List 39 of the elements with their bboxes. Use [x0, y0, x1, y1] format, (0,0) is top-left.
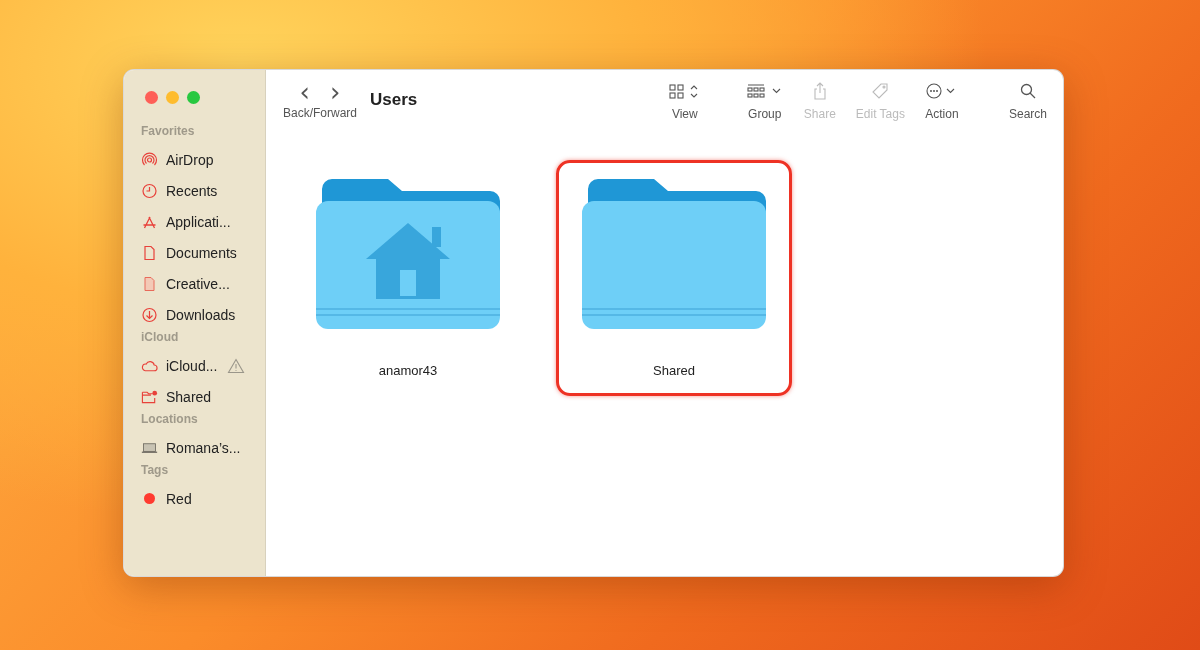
- toolbar-label: Group: [748, 107, 782, 121]
- tag-icon[interactable]: [871, 82, 890, 100]
- forward-button[interactable]: ›: [326, 82, 345, 102]
- sidebar-item[interactable]: Red: [166, 490, 192, 507]
- toolbar-label: Action: [925, 107, 959, 121]
- clock-icon: [141, 182, 158, 199]
- toolbar-label: Share: [803, 107, 836, 121]
- folder-name: Shared: [653, 363, 695, 378]
- toolbar-label: Edit Tags: [855, 107, 905, 121]
- sidebar-item[interactable]: Documents: [166, 244, 237, 261]
- zoom-button[interactable]: [187, 91, 200, 104]
- shared-folder-icon: [141, 388, 158, 405]
- sidebar-heading: Locations: [141, 412, 199, 428]
- download-icon: [141, 306, 158, 323]
- toolbar-label: Search: [1008, 107, 1047, 121]
- sidebar-item[interactable]: Creative...: [166, 275, 230, 292]
- sidebar-item[interactable]: AirDrop: [166, 151, 214, 168]
- sidebar-heading: iCloud: [141, 330, 180, 346]
- sidebar-heading: Favorites: [141, 124, 196, 140]
- folder-item[interactable]: anamor43: [290, 160, 526, 396]
- back-button[interactable]: ‹: [295, 82, 314, 102]
- sidebar-item[interactable]: Applicati...: [166, 213, 231, 230]
- sidebar-item[interactable]: Romana’s...: [166, 439, 241, 456]
- document-icon: [141, 275, 158, 292]
- sidebar-item[interactable]: Recents: [166, 182, 218, 199]
- document-icon: [141, 244, 158, 261]
- search-icon[interactable]: [1019, 82, 1037, 100]
- close-button[interactable]: [145, 91, 158, 104]
- airdrop-icon: [141, 151, 158, 168]
- folder-name: anamor43: [378, 363, 438, 378]
- sidebar-item[interactable]: Downloads: [166, 306, 236, 323]
- sidebar-item[interactable]: Shared: [166, 388, 212, 405]
- sidebar-item[interactable]: iCloud...: [166, 357, 218, 374]
- minimize-button[interactable]: [166, 91, 179, 104]
- navigation-label: Back/Forward: [283, 106, 358, 120]
- window-title: Users: [370, 90, 418, 110]
- toolbar-label: View: [671, 107, 698, 121]
- selection-highlight[interactable]: Shared: [556, 160, 792, 396]
- sidebar-heading: Tags: [141, 463, 170, 479]
